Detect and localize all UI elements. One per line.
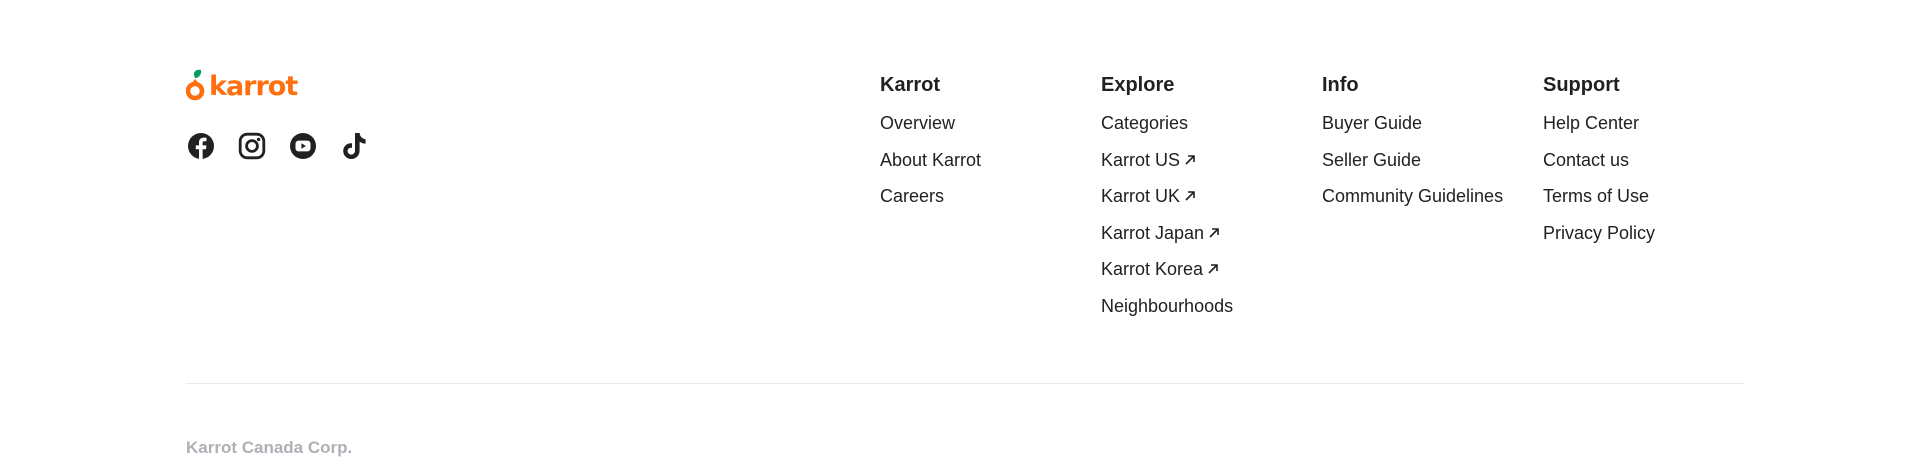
link-karrot-uk-label: Karrot UK: [1101, 186, 1181, 206]
instagram-icon: [238, 132, 266, 160]
carrot-logo-icon: [186, 69, 205, 101]
youtube-link[interactable]: [288, 131, 318, 161]
instagram-link[interactable]: [237, 131, 267, 161]
column-title-support: Support: [1543, 74, 1620, 96]
social-links: [186, 131, 369, 161]
link-privacy-policy[interactable]: Privacy Policy: [1543, 222, 1655, 244]
external-link-icon: [1208, 264, 1218, 274]
link-karrot-us-label: Karrot US: [1101, 149, 1181, 170]
footer-column-karrot: Karrot Overview About Karrot Careers: [880, 72, 1101, 331]
external-link-icon: [1185, 154, 1195, 165]
column-title-karrot: Karrot: [880, 74, 941, 96]
link-categories[interactable]: Categories: [1101, 112, 1188, 134]
external-link-icon: [1185, 191, 1195, 201]
link-karrot-korea[interactable]: Karrot Korea: [1101, 258, 1220, 280]
link-seller-guide[interactable]: Seller Guide: [1322, 149, 1421, 171]
footer-divider: [186, 383, 1744, 384]
column-title-explore: Explore: [1101, 74, 1175, 96]
link-karrot-japan[interactable]: Karrot Japan: [1101, 222, 1221, 244]
footer-column-explore: Explore Categories Karrot US Karrot UK K…: [1101, 72, 1322, 331]
link-buyer-guide[interactable]: Buyer Guide: [1322, 112, 1422, 134]
link-about-karrot[interactable]: About Karrot: [880, 149, 981, 171]
footer-brand: karrot: [186, 68, 369, 161]
facebook-link[interactable]: [186, 131, 216, 161]
site-footer: karrot Karrot Overview About Karrot Care…: [0, 0, 1915, 475]
tiktok-icon: [343, 133, 366, 159]
youtube-icon: [290, 133, 316, 159]
link-help-center[interactable]: Help Center: [1543, 112, 1639, 134]
facebook-icon: [188, 133, 214, 159]
link-karrot-japan-label: Karrot Japan: [1101, 222, 1205, 243]
link-karrot-uk[interactable]: Karrot UK: [1101, 185, 1197, 207]
link-karrot-korea-label: Karrot Korea: [1101, 259, 1204, 279]
link-community-guidelines[interactable]: Community Guidelines: [1322, 185, 1503, 207]
copyright-text: Karrot Canada Corp.: [186, 438, 353, 457]
footer-column-support: Support Help Center Contact us Terms of …: [1543, 72, 1764, 331]
link-neighbourhoods[interactable]: Neighbourhoods: [1101, 295, 1233, 317]
logo-wordmark: karrot: [209, 70, 298, 102]
footer-nav: Karrot Overview About Karrot Careers Exp…: [880, 72, 1764, 331]
link-careers[interactable]: Careers: [880, 185, 944, 207]
external-link-icon: [1209, 227, 1219, 238]
link-terms-of-use[interactable]: Terms of Use: [1543, 185, 1649, 207]
link-contact-us[interactable]: Contact us: [1543, 149, 1629, 171]
link-karrot-us[interactable]: Karrot US: [1101, 149, 1197, 171]
karrot-logo[interactable]: karrot: [186, 68, 369, 104]
footer-column-info: Info Buyer Guide Seller Guide Community …: [1322, 72, 1543, 331]
tiktok-link[interactable]: [339, 131, 369, 161]
link-overview[interactable]: Overview: [880, 112, 955, 134]
column-title-info: Info: [1322, 74, 1359, 96]
